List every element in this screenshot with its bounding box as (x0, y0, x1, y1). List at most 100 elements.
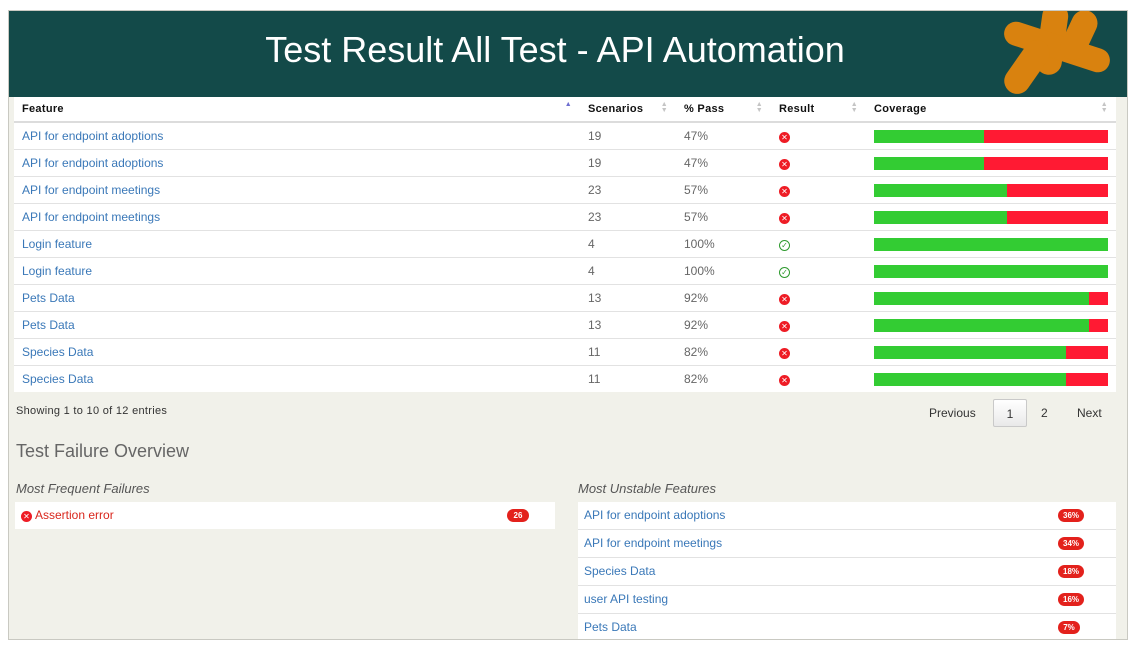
coverage-bar (874, 291, 1108, 305)
result-cell: ✕ (771, 284, 866, 312)
scenarios-cell: 13 (580, 311, 676, 339)
page-2-button[interactable]: 2 (1041, 399, 1048, 427)
coverage-cell (866, 365, 1116, 392)
frequent-failures-title: Most Frequent Failures (16, 481, 150, 496)
table-row: API for endpoint meetings 23 57% ✕ (14, 203, 1116, 231)
unstable-feature-link[interactable]: Pets Data (584, 614, 637, 639)
coverage-bar (874, 318, 1108, 332)
instability-badge: 16% (1058, 593, 1085, 606)
scenarios-cell: 11 (580, 365, 676, 392)
coverage-fail-segment (1065, 345, 1108, 359)
coverage-bar (874, 345, 1108, 359)
fail-x-icon: ✕ (779, 186, 790, 197)
sort-icon: ▲ ▼ (1100, 101, 1108, 114)
feature-link[interactable]: Login feature (14, 230, 580, 258)
feature-link[interactable]: API for endpoint adoptions (14, 149, 580, 177)
results-table: Feature ▲ Scenarios ▲ ▼ % Pass ▲ ▼ Result ▲ ▼ C… (14, 97, 1116, 392)
unstable-feature-item[interactable]: API for endpoint meetings 34% (578, 529, 1116, 557)
coverage-pass-segment (874, 210, 1008, 224)
sort-icon: ▲ ▼ (850, 101, 858, 114)
unstable-feature-item[interactable]: Pets Data 7% (578, 613, 1116, 639)
coverage-bar (874, 183, 1108, 197)
pass-check-icon: ✓ (779, 240, 790, 251)
pass-cell: 47% (676, 149, 771, 177)
coverage-pass-segment (874, 345, 1066, 359)
coverage-cell (866, 203, 1116, 231)
previous-button[interactable]: Previous (929, 399, 976, 427)
scenarios-cell: 23 (580, 203, 676, 231)
fail-x-icon: ✕ (779, 294, 790, 305)
unstable-feature-item[interactable]: API for endpoint adoptions 36% (578, 502, 1116, 529)
table-row: Pets Data 13 92% ✕ (14, 284, 1116, 312)
pass-cell: 82% (676, 338, 771, 366)
unstable-feature-item[interactable]: user API testing 16% (578, 585, 1116, 613)
table-header-row: Feature ▲ Scenarios ▲ ▼ % Pass ▲ ▼ Result ▲ ▼ C… (14, 97, 1116, 123)
feature-link[interactable]: API for endpoint meetings (14, 176, 580, 204)
unstable-features-title: Most Unstable Features (578, 481, 717, 496)
unstable-feature-item[interactable]: Species Data 18% (578, 557, 1116, 585)
unstable-feature-link[interactable]: API for endpoint adoptions (584, 502, 725, 529)
coverage-fail-segment (1065, 372, 1108, 386)
scenarios-cell: 19 (580, 149, 676, 177)
unstable-feature-link[interactable]: Species Data (584, 558, 655, 585)
feature-link[interactable]: Species Data (14, 338, 580, 366)
pass-cell: 92% (676, 284, 771, 312)
feature-link[interactable]: API for endpoint adoptions (14, 122, 580, 150)
coverage-fail-segment (1089, 318, 1108, 332)
coverage-pass-segment (874, 291, 1090, 305)
table-row: Species Data 11 82% ✕ (14, 365, 1116, 392)
scenarios-cell: 4 (580, 230, 676, 258)
entries-info: Showing 1 to 10 of 12 entries (16, 405, 168, 417)
column-header-coverage[interactable]: Coverage ▲ ▼ (866, 97, 1116, 123)
scenarios-cell: 11 (580, 338, 676, 366)
coverage-bar (874, 156, 1108, 170)
next-button[interactable]: Next (1077, 399, 1102, 427)
unstable-feature-link[interactable]: user API testing (584, 586, 668, 613)
coverage-cell (866, 149, 1116, 177)
coverage-pass-segment (874, 183, 1008, 197)
coverage-bar (874, 210, 1108, 224)
result-cell: ✕ (771, 338, 866, 366)
coverage-fail-segment (1089, 291, 1108, 305)
feature-link[interactable]: Species Data (14, 365, 580, 392)
unstable-feature-link[interactable]: API for endpoint meetings (584, 530, 722, 557)
column-header-feature[interactable]: Feature ▲ (14, 97, 580, 123)
fail-x-icon: ✕ (779, 132, 790, 143)
feature-link[interactable]: Pets Data (14, 284, 580, 312)
instability-badge: 34% (1058, 537, 1085, 550)
report-frame: Test Result All Test - API Automation Fe… (8, 10, 1128, 640)
coverage-pass-segment (874, 156, 984, 170)
coverage-pass-segment (874, 318, 1090, 332)
result-cell: ✕ (771, 365, 866, 392)
coverage-pass-segment (874, 264, 1108, 278)
column-header-scenarios[interactable]: Scenarios ▲ ▼ (580, 97, 676, 123)
fail-x-icon: ✕ (779, 213, 790, 224)
feature-link[interactable]: Login feature (14, 257, 580, 285)
sort-icon: ▲ (564, 101, 572, 108)
instability-badge: 36% (1058, 509, 1085, 522)
page-1-button[interactable]: 1 (993, 399, 1027, 427)
sort-icon: ▲ ▼ (755, 101, 763, 114)
feature-link[interactable]: Pets Data (14, 311, 580, 339)
fail-x-icon: ✕ (779, 321, 790, 332)
table-row: API for endpoint adoptions 19 47% ✕ (14, 122, 1116, 150)
coverage-cell (866, 122, 1116, 150)
pass-cell: 57% (676, 176, 771, 204)
coverage-cell (866, 311, 1116, 339)
table-row: Login feature 4 100% ✓ (14, 230, 1116, 258)
coverage-pass-segment (874, 372, 1066, 386)
result-cell: ✓ (771, 257, 866, 285)
column-header-pass[interactable]: % Pass ▲ ▼ (676, 97, 771, 123)
failure-count-badge: 26 (507, 509, 529, 522)
scenarios-cell: 19 (588, 129, 602, 143)
pass-cell: 100% (676, 257, 771, 285)
coverage-fail-segment (1007, 183, 1108, 197)
result-cell: ✕ (771, 311, 866, 339)
pass-cell: 57% (676, 203, 771, 231)
failure-overview-title: Test Failure Overview (16, 441, 190, 461)
table-row: API for endpoint meetings 23 57% ✕ (14, 176, 1116, 204)
coverage-fail-segment (983, 156, 1108, 170)
failure-item[interactable]: ✕ Assertion error 26 (15, 502, 555, 529)
column-header-result[interactable]: Result ▲ ▼ (771, 97, 866, 123)
feature-link[interactable]: API for endpoint meetings (14, 203, 580, 231)
